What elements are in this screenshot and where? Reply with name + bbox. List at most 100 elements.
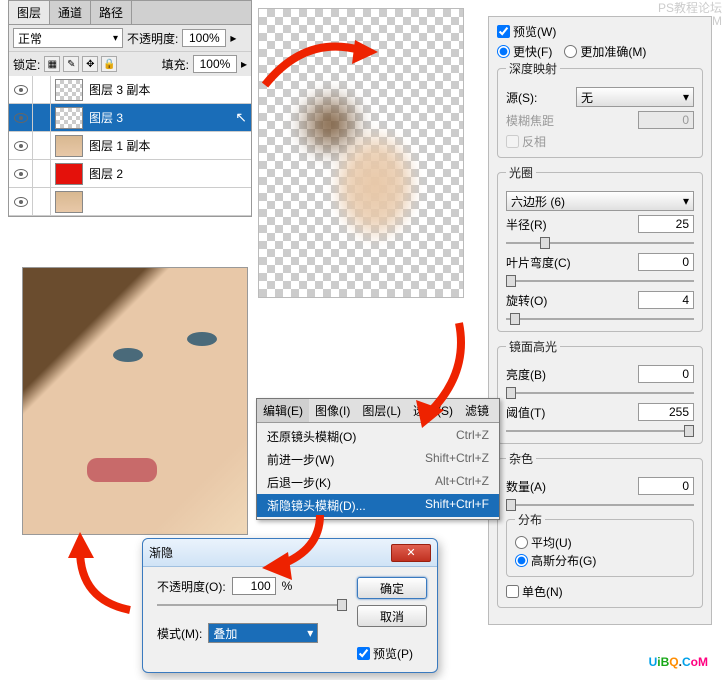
menu-bar: 编辑(E) 图像(I) 图层(L) 选择(S) 滤镜 <box>257 399 499 423</box>
faster-radio[interactable]: 更快(F) <box>497 43 552 60</box>
visibility-icon[interactable] <box>14 169 28 179</box>
chevron-icon[interactable]: ▸ <box>230 31 236 45</box>
watermark-bottom-right: UiBQ.CoM <box>649 646 708 672</box>
gaussian-radio[interactable]: 高斯分布(G) <box>515 552 596 569</box>
layer-thumbnail <box>55 135 83 157</box>
dialog-titlebar[interactable]: 渐隐 ✕ <box>143 539 437 567</box>
menu-item-step-forward[interactable]: 前进一步(W)Shift+Ctrl+Z <box>257 448 499 471</box>
mode-label: 模式(M): <box>157 625 202 642</box>
lock-paint-icon[interactable]: ✎ <box>63 56 79 72</box>
rotation-label: 旋转(O) <box>506 292 576 309</box>
layer-list: 图层 3 副本 图层 3 ↖ 图层 1 副本 图层 2 <box>9 76 251 216</box>
rotation-input[interactable]: 4 <box>638 291 694 309</box>
preview-checkbox[interactable]: 预览(W) <box>497 23 556 40</box>
shape-select[interactable]: 六边形 (6)▾ <box>506 191 694 211</box>
threshold-label: 阈值(T) <box>506 404 576 421</box>
visibility-icon[interactable] <box>14 197 28 207</box>
menu-item-fade[interactable]: 渐隐镜头模糊(D)...Shift+Ctrl+F <box>257 494 499 517</box>
radius-label: 半径(R) <box>506 216 576 233</box>
menu-layer[interactable]: 图层(L) <box>356 399 407 422</box>
layers-panel: 图层 通道 路径 正常 ▾ 不透明度: 100% ▸ 锁定: ▦ ✎ ✥ 🔒 填… <box>8 0 252 217</box>
lock-label: 锁定: <box>13 56 40 73</box>
fill-label: 填充: <box>162 56 189 73</box>
iris-group: 光圈 六边形 (6)▾ 半径(R)25 叶片弯度(C)0 旋转(O)4 <box>497 164 703 332</box>
radius-slider[interactable] <box>506 237 694 249</box>
opacity-input[interactable]: 100% <box>182 29 226 47</box>
threshold-slider[interactable] <box>506 425 694 437</box>
cancel-button[interactable]: 取消 <box>357 605 427 627</box>
threshold-input[interactable]: 255 <box>638 403 694 421</box>
menu-item-step-back[interactable]: 后退一步(K)Alt+Ctrl+Z <box>257 471 499 494</box>
lock-all-icon[interactable]: 🔒 <box>101 56 117 72</box>
edit-menu-dropdown: 编辑(E) 图像(I) 图层(L) 选择(S) 滤镜 还原镜头模糊(O)Ctrl… <box>256 398 500 520</box>
layer-row[interactable]: 图层 3 副本 <box>9 76 251 104</box>
fade-opacity-slider[interactable] <box>157 599 347 611</box>
blend-mode-dropdown[interactable]: 正常 ▾ <box>13 28 123 48</box>
layer-row-selected[interactable]: 图层 3 ↖ <box>9 104 251 132</box>
percent-label: % <box>282 579 293 593</box>
menu-edit[interactable]: 编辑(E) <box>257 399 309 422</box>
curvature-slider[interactable] <box>506 275 694 287</box>
monochrome-checkbox[interactable]: 单色(N) <box>506 583 563 600</box>
menu-filter[interactable]: 滤镜 <box>459 399 495 422</box>
dialog-title: 渐隐 <box>149 544 173 561</box>
chevron-icon[interactable]: ▸ <box>241 57 247 71</box>
brightness-label: 亮度(B) <box>506 366 576 383</box>
lock-icons: ▦ ✎ ✥ 🔒 <box>44 56 117 72</box>
arrow-icon <box>60 530 150 623</box>
tab-paths[interactable]: 路径 <box>91 1 132 24</box>
depth-map-group: 深度映射 源(S): 无▾ 模糊焦距 0 反相 <box>497 60 703 158</box>
menu-image[interactable]: 图像(I) <box>309 399 356 422</box>
blur-focal-label: 模糊焦距 <box>506 112 576 129</box>
invert-checkbox: 反相 <box>506 133 546 150</box>
visibility-icon[interactable] <box>14 113 28 123</box>
close-button[interactable]: ✕ <box>391 544 431 562</box>
chevron-down-icon: ▾ <box>683 194 689 208</box>
layer-row[interactable] <box>9 188 251 216</box>
curvature-label: 叶片弯度(C) <box>506 254 576 271</box>
fill-input[interactable]: 100% <box>193 55 237 73</box>
tab-channels[interactable]: 通道 <box>50 1 91 24</box>
fade-opacity-input[interactable]: 100 <box>232 577 276 595</box>
amount-input[interactable]: 0 <box>638 477 694 495</box>
panel-tabs: 图层 通道 路径 <box>9 1 251 25</box>
amount-label: 数量(A) <box>506 478 576 495</box>
accurate-radio[interactable]: 更加准确(M) <box>564 43 646 60</box>
layer-thumbnail <box>55 79 83 101</box>
specular-group: 镜面高光 亮度(B)0 阈值(T)255 <box>497 338 703 444</box>
layer-name: 图层 1 副本 <box>89 137 247 154</box>
lock-transparency-icon[interactable]: ▦ <box>44 56 60 72</box>
layer-row[interactable]: 图层 1 副本 <box>9 132 251 160</box>
chevron-down-icon: ▾ <box>683 90 689 104</box>
fade-dialog: 渐隐 ✕ 不透明度(O): 100 % 模式(M): 叠加▾ 确定 取消 预览(… <box>142 538 438 673</box>
visibility-icon[interactable] <box>14 141 28 151</box>
canvas-blurred-preview <box>258 8 464 298</box>
blend-mode-value: 正常 <box>18 30 42 47</box>
distribution-group: 分布 平均(U) 高斯分布(G) <box>506 511 694 577</box>
layer-thumbnail <box>55 163 83 185</box>
layer-thumbnail <box>55 191 83 213</box>
fade-opacity-label: 不透明度(O): <box>157 578 226 595</box>
menu-select[interactable]: 选择(S) <box>407 399 459 422</box>
ok-button[interactable]: 确定 <box>357 577 427 599</box>
brightness-input[interactable]: 0 <box>638 365 694 383</box>
noise-group: 杂色 数量(A)0 分布 平均(U) 高斯分布(G) 单色(N) <box>497 450 703 608</box>
curvature-input[interactable]: 0 <box>638 253 694 271</box>
radius-input[interactable]: 25 <box>638 215 694 233</box>
amount-slider[interactable] <box>506 499 694 511</box>
chevron-down-icon: ▾ <box>113 33 118 44</box>
layer-row[interactable]: 图层 2 <box>9 160 251 188</box>
brightness-slider[interactable] <box>506 387 694 399</box>
visibility-icon[interactable] <box>14 85 28 95</box>
fade-preview-checkbox[interactable]: 预览(P) <box>357 645 427 662</box>
layer-name: 图层 3 <box>89 109 229 126</box>
layer-thumbnail <box>55 107 83 129</box>
mode-select[interactable]: 叠加▾ <box>208 623 318 643</box>
source-select[interactable]: 无▾ <box>576 87 694 107</box>
tab-layers[interactable]: 图层 <box>9 1 50 24</box>
rotation-slider[interactable] <box>506 313 694 325</box>
uniform-radio[interactable]: 平均(U) <box>515 534 572 551</box>
menu-item-undo[interactable]: 还原镜头模糊(O)Ctrl+Z <box>257 425 499 448</box>
layer-name: 图层 2 <box>89 165 247 182</box>
lock-position-icon[interactable]: ✥ <box>82 56 98 72</box>
